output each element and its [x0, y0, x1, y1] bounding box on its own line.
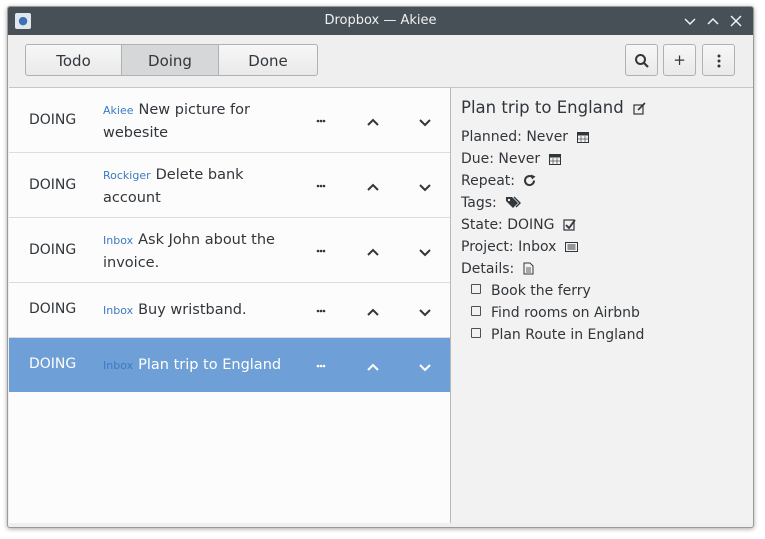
project-link[interactable]: Inbox	[103, 234, 133, 247]
checkbox-icon	[563, 219, 576, 231]
subtask-item[interactable]: Book the ferry	[471, 283, 591, 299]
move-up-icon[interactable]	[363, 245, 383, 261]
title-bar: ● Dropbox — Akiee	[8, 7, 753, 35]
list-icon	[564, 242, 578, 252]
task-title: Inbox Plan trip to England	[103, 357, 282, 373]
more-icon[interactable]	[311, 114, 331, 130]
app-window: ● Dropbox — Akiee Todo Doing Done + DOIN…	[7, 6, 754, 528]
window-title: Dropbox — Akiee	[324, 13, 437, 28]
more-icon[interactable]	[311, 304, 331, 320]
task-title: Inbox Ask John about the invoice.	[103, 232, 275, 271]
maximize-button[interactable]	[703, 11, 723, 31]
subtask-item[interactable]: Find rooms on Airbnb	[471, 305, 640, 321]
task-row-selected[interactable]: DOING Inbox Plan trip to England	[9, 338, 450, 392]
tab-doing[interactable]: Doing	[121, 44, 219, 76]
minimize-button[interactable]	[680, 11, 700, 31]
document-icon	[523, 262, 534, 275]
calendar-icon	[576, 132, 589, 143]
task-title: Akiee New picture for webesite	[103, 102, 250, 141]
project-link[interactable]: Rockiger	[103, 169, 151, 182]
checkbox-icon[interactable]	[471, 306, 481, 316]
planned-field[interactable]: Planned: Never	[461, 129, 589, 145]
task-state: DOING	[29, 177, 77, 193]
checkbox-icon[interactable]	[471, 328, 481, 338]
project-link[interactable]: Akiee	[103, 104, 134, 117]
close-button[interactable]	[726, 11, 746, 31]
repeat-field[interactable]: Repeat:	[461, 173, 537, 189]
move-up-icon[interactable]	[363, 115, 383, 131]
move-down-icon[interactable]	[415, 115, 435, 131]
move-down-icon[interactable]	[415, 360, 435, 376]
task-row[interactable]: DOING Inbox Buy wristband.	[9, 283, 450, 338]
refresh-icon	[524, 174, 536, 187]
due-field[interactable]: Due: Never	[461, 151, 561, 167]
task-state: DOING	[29, 301, 77, 317]
close-icon	[730, 15, 742, 27]
task-row[interactable]: DOING Inbox Ask John about the invoice.	[9, 218, 450, 283]
tab-done[interactable]: Done	[218, 44, 318, 76]
subtask-item[interactable]: Plan Route in England	[471, 327, 644, 343]
edit-icon	[633, 102, 646, 115]
details-field[interactable]: Details:	[461, 261, 534, 277]
task-list: DOING Akiee New picture for webesite DOING…	[9, 87, 451, 523]
task-state: DOING	[29, 356, 77, 372]
menu-button[interactable]	[702, 44, 735, 76]
project-link[interactable]: Inbox	[103, 304, 133, 317]
chevron-down-icon	[684, 18, 696, 26]
project-field[interactable]: Project: Inbox	[461, 239, 578, 255]
task-row[interactable]: DOING Akiee New picture for webesite	[9, 88, 450, 153]
toolbar: Todo Doing Done +	[8, 35, 753, 87]
search-button[interactable]	[625, 44, 658, 76]
detail-title[interactable]: Plan trip to England	[461, 98, 646, 117]
move-up-icon[interactable]	[363, 360, 383, 376]
state-field[interactable]: State: DOING	[461, 217, 576, 233]
task-title: Rockiger Delete bank account	[103, 167, 244, 206]
project-link[interactable]: Inbox	[103, 359, 133, 372]
tags-field[interactable]: Tags:	[461, 195, 522, 211]
more-icon[interactable]	[311, 179, 331, 195]
task-title: Inbox Buy wristband.	[103, 302, 247, 318]
move-up-icon[interactable]	[363, 305, 383, 321]
move-down-icon[interactable]	[415, 245, 435, 261]
menu-icon	[717, 54, 720, 68]
task-row[interactable]: DOING Rockiger Delete bank account	[9, 153, 450, 218]
tags-icon	[506, 196, 522, 208]
more-icon[interactable]	[311, 244, 331, 260]
task-detail-panel: Plan trip to England Planned: Never Due:…	[451, 87, 753, 523]
task-state: DOING	[29, 242, 77, 258]
search-icon	[634, 54, 649, 68]
checkbox-icon[interactable]	[471, 284, 481, 294]
task-state: DOING	[29, 112, 77, 128]
move-up-icon[interactable]	[363, 180, 383, 196]
more-icon[interactable]	[311, 359, 331, 375]
calendar-icon	[548, 154, 561, 165]
move-down-icon[interactable]	[415, 180, 435, 196]
add-task-button[interactable]: +	[663, 44, 696, 76]
tab-todo[interactable]: Todo	[25, 44, 122, 76]
move-down-icon[interactable]	[415, 305, 435, 321]
chevron-up-icon	[707, 17, 719, 25]
